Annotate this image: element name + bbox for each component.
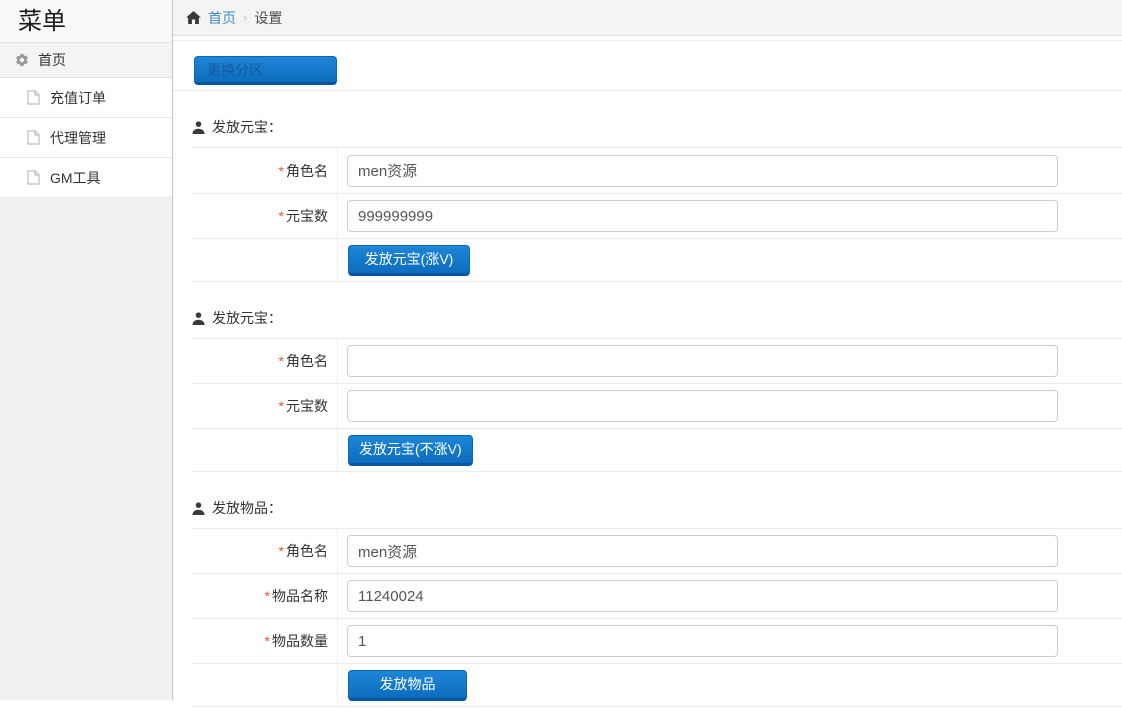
empty-label-cell xyxy=(192,429,338,471)
field-cell xyxy=(338,529,1122,573)
field-label: * 元宝数 xyxy=(192,194,338,238)
section-title: 发放物品： xyxy=(212,498,282,518)
section-issue-yuanbao-noraise: 发放元宝： * 角色名 * xyxy=(192,308,1122,472)
yuanbao-amount-input[interactable] xyxy=(347,200,1058,232)
sidebar-item-label: GM工具 xyxy=(50,168,101,188)
issue-yuanbao-no-raise-v-button[interactable]: 发放元宝(不涨V) xyxy=(348,435,473,466)
sidebar-menu: 充值订单 代理管理 GM工具 xyxy=(0,78,172,198)
section-title: 发放元宝： xyxy=(212,308,282,328)
section-header: 发放物品： xyxy=(192,498,1122,518)
field-label-text: 物品名称 xyxy=(272,586,328,606)
sidebar-item-home[interactable]: 首页 xyxy=(0,43,172,78)
field-label-text: 元宝数 xyxy=(286,206,328,226)
section-title: 发放元宝： xyxy=(212,117,282,137)
doc-icon xyxy=(27,90,40,105)
sidebar-title: 菜单 xyxy=(0,0,172,43)
form-row: * 元宝数 xyxy=(192,194,1122,239)
field-cell xyxy=(338,148,1122,193)
home-icon[interactable] xyxy=(186,11,201,24)
field-label: * 物品数量 xyxy=(192,619,338,663)
character-name-input[interactable] xyxy=(347,535,1058,567)
app-window: 菜单 首页 充值订单 xyxy=(0,0,1122,715)
content-top-divider xyxy=(173,40,1122,41)
section-header: 发放元宝： xyxy=(192,117,1122,137)
doc-icon xyxy=(27,130,40,145)
field-label: * 角色名 xyxy=(192,148,338,193)
field-label-text: 角色名 xyxy=(286,161,328,181)
field-cell xyxy=(338,619,1122,663)
form-table: * 角色名 * 物品名称 xyxy=(192,528,1122,707)
field-label-text: 元宝数 xyxy=(286,396,328,416)
field-cell: 发放元宝(不涨V) xyxy=(338,429,1122,471)
section-issue-items: 发放物品： * 角色名 * xyxy=(192,498,1122,707)
form-row: * 角色名 xyxy=(192,148,1122,194)
change-partition-button[interactable]: 更换分区 xyxy=(194,56,337,85)
field-label: * 物品名称 xyxy=(192,574,338,618)
issue-yuanbao-raise-v-button[interactable]: 发放元宝(涨V) xyxy=(348,245,470,276)
form-row: * 角色名 xyxy=(192,339,1122,384)
field-cell xyxy=(338,339,1122,383)
item-quantity-input[interactable] xyxy=(347,625,1058,657)
empty-label-cell xyxy=(192,664,338,706)
sidebar-item-label: 充值订单 xyxy=(50,88,106,108)
field-cell xyxy=(338,194,1122,238)
form-row: 发放元宝(涨V) xyxy=(192,239,1122,282)
form-table: * 角色名 * 元宝数 xyxy=(192,147,1122,282)
gear-icon xyxy=(15,53,29,67)
field-cell: 发放物品 xyxy=(338,664,1122,706)
person-icon xyxy=(192,121,205,134)
section-header: 发放元宝： xyxy=(192,308,1122,328)
field-label-text: 角色名 xyxy=(286,541,328,561)
section-issue-yuanbao-raise: 发放元宝： * 角色名 * xyxy=(192,117,1122,282)
sidebar-item-label: 首页 xyxy=(38,50,66,70)
sidebar-item-gm-tools[interactable]: GM工具 xyxy=(0,158,172,198)
required-asterisk: * xyxy=(279,208,284,224)
field-label-text: 物品数量 xyxy=(272,631,328,651)
person-icon xyxy=(192,502,205,515)
required-asterisk: * xyxy=(279,163,284,179)
yuanbao-amount-input[interactable] xyxy=(347,390,1058,422)
person-icon xyxy=(192,312,205,325)
sidebar-item-agent-management[interactable]: 代理管理 xyxy=(0,118,172,158)
item-name-input[interactable] xyxy=(347,580,1058,612)
form-row: 发放物品 xyxy=(192,664,1122,707)
sidebar: 菜单 首页 充值订单 xyxy=(0,0,173,700)
field-label: * 角色名 xyxy=(192,529,338,573)
required-asterisk: * xyxy=(279,353,284,369)
field-cell: 发放元宝(涨V) xyxy=(338,239,1122,281)
doc-icon xyxy=(27,170,40,185)
form-table: * 角色名 * 元宝数 xyxy=(192,338,1122,472)
sidebar-item-recharge-orders[interactable]: 充值订单 xyxy=(0,78,172,118)
character-name-input[interactable] xyxy=(347,345,1058,377)
breadcrumb-separator: › xyxy=(243,10,247,25)
required-asterisk: * xyxy=(265,588,270,604)
required-asterisk: * xyxy=(265,633,270,649)
form-row: * 物品名称 xyxy=(192,574,1122,619)
breadcrumb: 首页 › 设置 xyxy=(173,0,1122,36)
form-row: * 物品数量 xyxy=(192,619,1122,664)
field-label: * 角色名 xyxy=(192,339,338,383)
content: 更换分区 发放元宝： * xyxy=(173,36,1122,707)
field-label-text: 角色名 xyxy=(286,351,328,371)
field-cell xyxy=(338,574,1122,618)
character-name-input[interactable] xyxy=(347,155,1058,187)
form-row: * 元宝数 xyxy=(192,384,1122,429)
form-row: 发放元宝(不涨V) xyxy=(192,429,1122,472)
main-area: 首页 › 设置 更换分区 发放元宝： xyxy=(173,0,1122,715)
breadcrumb-current: 设置 xyxy=(254,8,282,28)
toolbar-divider xyxy=(173,90,1122,91)
breadcrumb-home-link[interactable]: 首页 xyxy=(208,8,236,28)
empty-label-cell xyxy=(192,239,338,281)
sidebar-item-label: 代理管理 xyxy=(50,128,106,148)
issue-items-button[interactable]: 发放物品 xyxy=(348,670,467,701)
required-asterisk: * xyxy=(279,543,284,559)
required-asterisk: * xyxy=(279,398,284,414)
form-row: * 角色名 xyxy=(192,529,1122,574)
field-label: * 元宝数 xyxy=(192,384,338,428)
field-cell xyxy=(338,384,1122,428)
